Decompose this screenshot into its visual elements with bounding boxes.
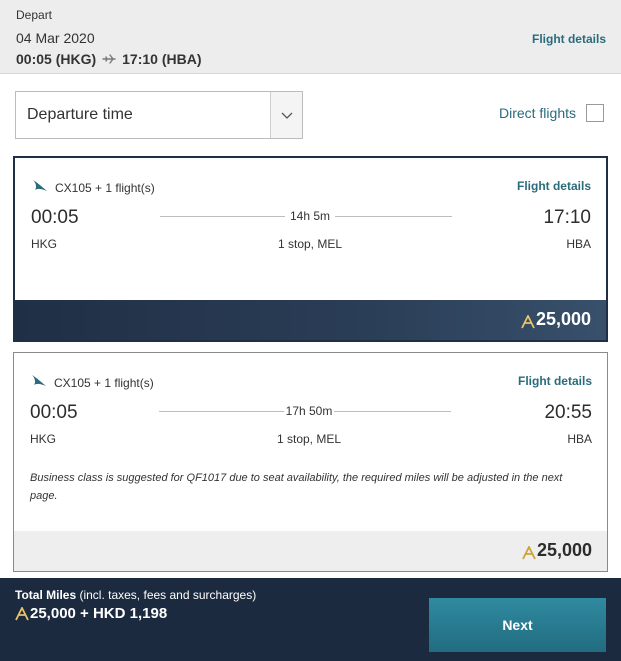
arrival-airport: HBA (566, 237, 591, 251)
journey-date: 04 Mar 2020 (16, 30, 95, 46)
flight-details-link[interactable]: Flight details (518, 374, 592, 388)
asia-miles-icon (522, 544, 536, 559)
brushwing-logo-icon (31, 178, 49, 197)
miles-price-value: 25,000 (536, 540, 592, 560)
stops-info: 1 stop, MEL (277, 237, 343, 251)
total-miles-label-bold: Total Miles (15, 588, 77, 602)
flight-duration: 17h 50m (284, 404, 334, 418)
route-departure: 00:05 (HKG) (16, 51, 97, 67)
flight-option-card[interactable]: CX105 + 1 flight(s) Flight details 00:05… (13, 352, 608, 572)
asia-miles-icon (521, 313, 535, 328)
sort-selected-value: Departure time (27, 106, 133, 123)
flight-duration: 14h 5m (285, 209, 335, 223)
journey-route: 00:05 (HKG) 17:10 (HBA) (16, 51, 202, 67)
miles-price-value: 25,000 (535, 309, 591, 329)
header-flight-details-link[interactable]: Flight details (532, 32, 606, 46)
total-miles-label: Total Miles (incl. taxes, fees and surch… (15, 588, 256, 602)
departure-time: 00:05 (31, 207, 79, 228)
total-miles-label-rest: (incl. taxes, fees and surcharges) (76, 588, 257, 602)
flight-code-text: CX105 + 1 flight(s) (55, 180, 155, 195)
brushwing-logo-icon (30, 373, 48, 392)
price-bar: 25,000 (15, 300, 606, 340)
direct-flights-filter[interactable]: Direct flights (499, 104, 604, 122)
journey-direction-label: Depart (16, 8, 53, 22)
direct-flights-label: Direct flights (498, 105, 576, 121)
stops-info: 1 stop, MEL (276, 432, 342, 446)
asia-miles-icon (15, 605, 29, 621)
total-price-value: 25,000 + HKD 1,198 (30, 605, 168, 622)
departure-airport: HKG (30, 432, 57, 446)
next-button[interactable]: Next (429, 598, 606, 652)
arrival-airport: HBA (567, 432, 592, 446)
arrival-time: 17:10 (543, 207, 591, 228)
plane-icon (102, 52, 116, 66)
sort-dropdown[interactable]: Departure time (15, 91, 303, 139)
direct-flights-checkbox[interactable] (586, 104, 604, 122)
miles-price: 25,000 (522, 540, 592, 561)
price-bar: 25,000 (14, 531, 607, 571)
total-footer: Total Miles (incl. taxes, fees and surch… (0, 578, 621, 661)
chevron-down-icon (270, 92, 302, 138)
flight-code: CX105 + 1 flight(s) (31, 178, 155, 197)
total-price: 25,000 + HKD 1,198 (15, 605, 167, 622)
flight-details-link[interactable]: Flight details (517, 179, 591, 193)
cabin-class-note: Business class is suggested for QF1017 d… (30, 472, 563, 502)
flight-code: CX105 + 1 flight(s) (30, 373, 154, 392)
departure-time: 00:05 (30, 402, 78, 423)
route-arrival: 17:10 (HBA) (122, 51, 202, 67)
arrival-time: 20:55 (544, 402, 592, 423)
departure-airport: HKG (31, 237, 58, 251)
flight-option-card[interactable]: CX105 + 1 flight(s) Flight details 00:05… (13, 156, 608, 342)
flight-code-text: CX105 + 1 flight(s) (54, 375, 154, 390)
journey-header: Depart 04 Mar 2020 00:05 (HKG) 17:10 (HB… (0, 0, 621, 74)
miles-price: 25,000 (521, 309, 591, 330)
